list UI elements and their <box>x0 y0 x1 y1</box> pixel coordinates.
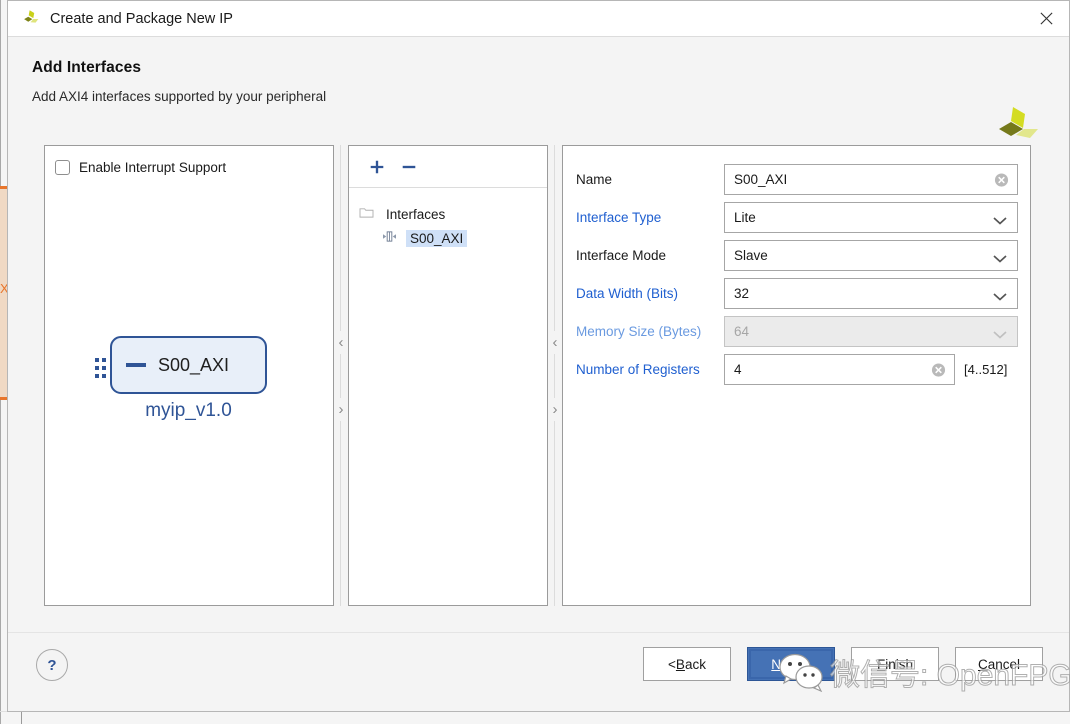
chevron-left-icon[interactable]: ‹ <box>552 330 558 354</box>
panels-container: Enable Interrupt Support S00_AXI myip_v1… <box>8 137 1069 632</box>
dialog-titlebar: Create and Package New IP <box>8 1 1069 37</box>
cancel-button[interactable]: Cancel <box>955 647 1043 681</box>
number-of-registers-value: 4 <box>734 362 742 377</box>
chevron-down-icon <box>993 213 1007 225</box>
tree-root-interfaces[interactable]: Interfaces <box>359 202 547 226</box>
interface-mode-value: Slave <box>734 248 768 263</box>
checkbox-box[interactable] <box>55 160 70 175</box>
next-button[interactable]: Next > <box>747 647 835 681</box>
name-input[interactable]: S00_AXI <box>724 164 1018 195</box>
chevron-right-icon[interactable]: › <box>338 397 344 421</box>
name-input-value: S00_AXI <box>734 172 788 187</box>
ip-module-name: myip_v1.0 <box>145 400 232 421</box>
chevron-down-icon <box>993 289 1007 301</box>
tree-item-label: S00_AXI <box>406 229 468 247</box>
enable-interrupt-support-label: Enable Interrupt Support <box>79 160 227 175</box>
label-name: Name <box>576 172 613 187</box>
page-title: Add Interfaces <box>32 59 142 76</box>
folder-icon <box>359 206 374 222</box>
create-and-package-new-ip-dialog: Create and Package New IP Add Interfaces… <box>7 0 1070 712</box>
property-row-number-of-registers: Number of Registers 4 [4..512] <box>575 354 1018 385</box>
number-of-registers-input[interactable]: 4 <box>724 354 955 385</box>
finish-button[interactable]: Finish <box>851 647 939 681</box>
next-button-rest: ext > <box>781 656 811 672</box>
ip-block-diagram: S00_AXI myip_v1.0 <box>95 336 285 422</box>
number-of-registers-range-hint: [4..512] <box>964 362 1008 377</box>
data-width-dropdown[interactable]: 32 <box>724 278 1018 309</box>
close-icon[interactable] <box>1023 1 1069 35</box>
property-row-interface-mode: Interface Mode Slave <box>575 240 1018 271</box>
chevron-down-icon <box>993 251 1007 263</box>
property-row-name: Name S00_AXI <box>575 164 1018 195</box>
dialog-title: Create and Package New IP <box>50 10 233 27</box>
property-row-memory-size: Memory Size (Bytes) 64 <box>575 316 1018 347</box>
chevron-left-icon[interactable]: ‹ <box>338 330 344 354</box>
splitter-line <box>554 145 555 606</box>
memory-size-value: 64 <box>734 324 750 339</box>
interface-properties-panel: Name S00_AXI Interface Type Lite Interfa… <box>562 145 1031 606</box>
bus-port-icon <box>126 363 146 367</box>
label-interface-mode: Interface Mode <box>576 248 667 263</box>
property-row-data-width: Data Width (Bits) 32 <box>575 278 1018 309</box>
label-memory-size: Memory Size (Bytes) <box>576 324 702 339</box>
tree-body: Interfaces S00_AXI <box>349 188 547 250</box>
finish-button-rest: inish <box>885 656 913 672</box>
bus-interface-icon <box>381 230 398 246</box>
clear-icon[interactable] <box>994 172 1009 187</box>
ip-block-port-label: S00_AXI <box>158 354 230 375</box>
tree-root-label: Interfaces <box>386 206 446 222</box>
ip-preview-panel: Enable Interrupt Support S00_AXI myip_v1… <box>44 145 334 606</box>
interface-type-value: Lite <box>734 210 756 225</box>
dialog-footer: ? < Back Next > Finish Cancel <box>8 632 1069 711</box>
finish-button-mnemonic: F <box>876 656 886 672</box>
xilinx-logo-icon <box>20 8 42 30</box>
back-button[interactable]: < Back <box>643 647 731 681</box>
next-button-mnemonic: N <box>771 656 782 672</box>
panel-splitter-left[interactable]: ‹ › <box>334 145 348 606</box>
back-button-rest: ack <box>684 656 706 672</box>
tree-toolbar <box>349 146 547 188</box>
splitter-line <box>340 145 341 606</box>
page-subtitle: Add AXI4 interfaces supported by your pe… <box>32 89 327 104</box>
enable-interrupt-support-checkbox[interactable]: Enable Interrupt Support <box>55 160 226 175</box>
chevron-down-icon <box>993 327 1007 339</box>
ip-block-shape[interactable]: S00_AXI <box>110 336 267 394</box>
clear-icon[interactable] <box>931 362 946 377</box>
dialog-header: Add Interfaces Add AXI4 interfaces suppo… <box>8 37 1069 138</box>
properties-form: Name S00_AXI Interface Type Lite Interfa… <box>563 146 1030 385</box>
label-number-of-registers: Number of Registers <box>576 362 700 377</box>
ip-pin-group-icon <box>95 358 107 382</box>
cancel-button-mnemonic: C <box>977 656 988 672</box>
cancel-button-rest: ancel <box>987 656 1021 672</box>
interface-mode-dropdown[interactable]: Slave <box>724 240 1018 271</box>
wizard-button-bar: < Back Next > Finish Cancel <box>643 647 1043 681</box>
panel-splitter-right[interactable]: ‹ › <box>548 145 562 606</box>
help-button[interactable]: ? <box>36 649 68 681</box>
back-button-mnemonic: B <box>675 656 685 672</box>
minus-icon[interactable] <box>397 155 421 179</box>
memory-size-dropdown: 64 <box>724 316 1018 347</box>
tree-item-s00-axi[interactable]: S00_AXI <box>359 226 547 250</box>
property-row-interface-type: Interface Type Lite <box>575 202 1018 233</box>
chevron-right-icon[interactable]: › <box>552 397 558 421</box>
interface-type-dropdown[interactable]: Lite <box>724 202 1018 233</box>
data-width-value: 32 <box>734 286 750 301</box>
plus-icon[interactable] <box>365 155 389 179</box>
label-data-width: Data Width (Bits) <box>576 286 679 301</box>
label-interface-type: Interface Type <box>576 210 662 225</box>
interfaces-tree-panel: Interfaces S00_AXI <box>348 145 548 606</box>
back-button-prefix: < <box>668 656 676 672</box>
